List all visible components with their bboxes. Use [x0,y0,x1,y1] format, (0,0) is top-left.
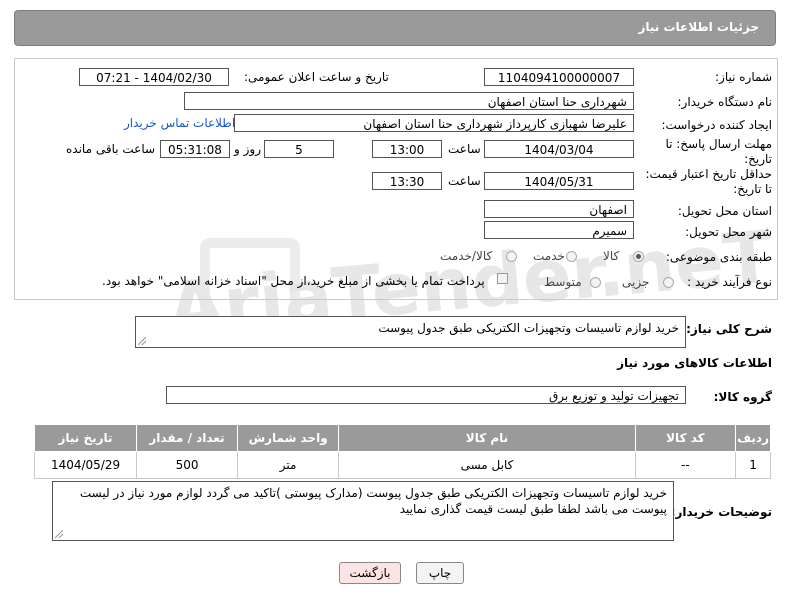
reply-deadline-days: 5 [264,140,334,158]
requester-field: علیرضا شهبازی کارپرداز شهرداری حنا استان… [234,114,634,132]
cell-quantity: 500 [136,451,238,479]
reply-deadline-label-line2: تاریخ: [744,152,772,166]
buyer-org-field: شهرداری حنا استان اصفهان [184,92,634,110]
goods-group-field: تجهیزات تولید و توزیع برق [166,386,686,404]
buyer-contact-link[interactable]: اطلاعات تماس خریدار [124,116,235,130]
remaining-time: 05:31:08 [160,140,230,158]
general-description-field: خرید لوازم تاسیسات وتجهیزات الکتریکی طبق… [135,316,686,348]
announce-datetime-field: 1404/02/30 - 07:21 [79,68,229,86]
purchase-type-radio-minor[interactable] [663,277,674,288]
reply-deadline-time-label: ساعت [448,142,481,156]
category-label: طبقه بندی موضوعی: [665,250,772,264]
cell-unit: متر [236,451,340,479]
general-description-label: شرح کلی نیاز: [686,322,772,336]
delivery-province-field: اصفهان [484,200,634,218]
buyer-notes-text: خرید لوازم تاسیسات وتجهیزات الکتریکی طبق… [79,486,667,516]
cell-item-name: کابل مسی [338,451,636,479]
need-number-field: 1104094100000007 [484,68,634,86]
delivery-province-label: استان محل تحویل: [677,204,772,218]
buyer-org-label: نام دستگاه خریدار: [677,95,773,109]
announce-datetime-label: تاریخ و ساعت اعلان عمومی: [244,70,389,84]
reply-deadline-time: 13:00 [372,140,442,158]
category-radio-goods-service[interactable] [506,251,517,262]
reply-deadline-label-line1: مهلت ارسال پاسخ: تا [665,137,772,151]
price-validity-label-line1: حداقل تاریخ اعتبار قیمت: [645,167,772,181]
goods-section-title: اطلاعات کالاهای مورد نیاز [617,356,772,370]
purchase-type-option-minor: جزیی [622,275,650,289]
table-row: 1 -- کابل مسی متر 500 1404/05/29 [33,451,771,479]
cell-item-code: -- [634,451,737,479]
requester-label: ایجاد کننده درخواست: [661,118,772,132]
treasury-bonds-checkbox[interactable] [497,273,508,284]
general-description-text: خرید لوازم تاسیسات وتجهیزات الکتریکی طبق… [378,321,679,335]
back-button[interactable]: بازگشت [339,562,401,584]
buyer-notes-label: توضیحات خریدار: [670,505,772,519]
category-option-goods: کالا [603,249,620,263]
purchase-type-label: نوع فرآیند خرید : [687,275,772,289]
column-header-unit: واحد شمارش [236,424,340,452]
category-radio-service[interactable] [566,251,577,262]
resize-grip-icon[interactable] [138,337,146,345]
days-label: روز و [234,142,261,156]
items-table-header: ردیف کد کالا نام کالا واحد شمارش تعداد /… [33,424,771,452]
need-number-label: شماره نیاز: [715,70,772,84]
cell-row-number: 1 [735,451,771,479]
column-header-item-code: کد کالا [634,424,737,452]
column-header-quantity: تعداد / مقدار [136,424,238,452]
category-option-goods-service: کالا/خدمت [440,249,493,263]
column-header-row-number: ردیف [735,424,771,452]
reply-deadline-date: 1404/03/04 [484,140,634,158]
treasury-bonds-note: پرداخت تمام یا بخشی از مبلغ خرید،از محل … [102,274,485,288]
price-validity-label: حداقل تاریخ اعتبار قیمت: تا تاریخ: [645,167,772,197]
remaining-label: ساعت باقی مانده [66,142,156,156]
price-validity-time: 13:30 [372,172,442,190]
price-validity-date: 1404/05/31 [484,172,634,190]
goods-group-label: گروه کالا: [713,390,772,404]
page-title: جزئیات اطلاعات نیاز [638,20,759,34]
print-button[interactable]: چاپ [416,562,464,584]
purchase-type-radio-medium[interactable] [590,277,601,288]
column-header-need-date: تاریخ نیاز [33,424,138,452]
column-header-item-name: نام کالا [338,424,636,452]
price-validity-label-line2: تا تاریخ: [733,182,772,196]
price-validity-time-label: ساعت [448,174,481,188]
delivery-city-label: شهر محل تحویل: [685,225,772,239]
buyer-notes-field: خرید لوازم تاسیسات وتجهیزات الکتریکی طبق… [52,481,674,541]
purchase-type-option-medium: متوسط [544,275,582,289]
category-radio-goods[interactable] [633,251,644,262]
delivery-city-field: سمیرم [484,221,634,239]
reply-deadline-label: مهلت ارسال پاسخ: تا تاریخ: [665,137,772,167]
items-table: ردیف کد کالا نام کالا واحد شمارش تعداد /… [33,424,771,479]
cell-need-date: 1404/05/29 [33,451,138,479]
page-header: جزئیات اطلاعات نیاز [14,10,776,46]
category-option-service: خدمت [533,249,565,263]
resize-grip-icon[interactable] [55,530,63,538]
